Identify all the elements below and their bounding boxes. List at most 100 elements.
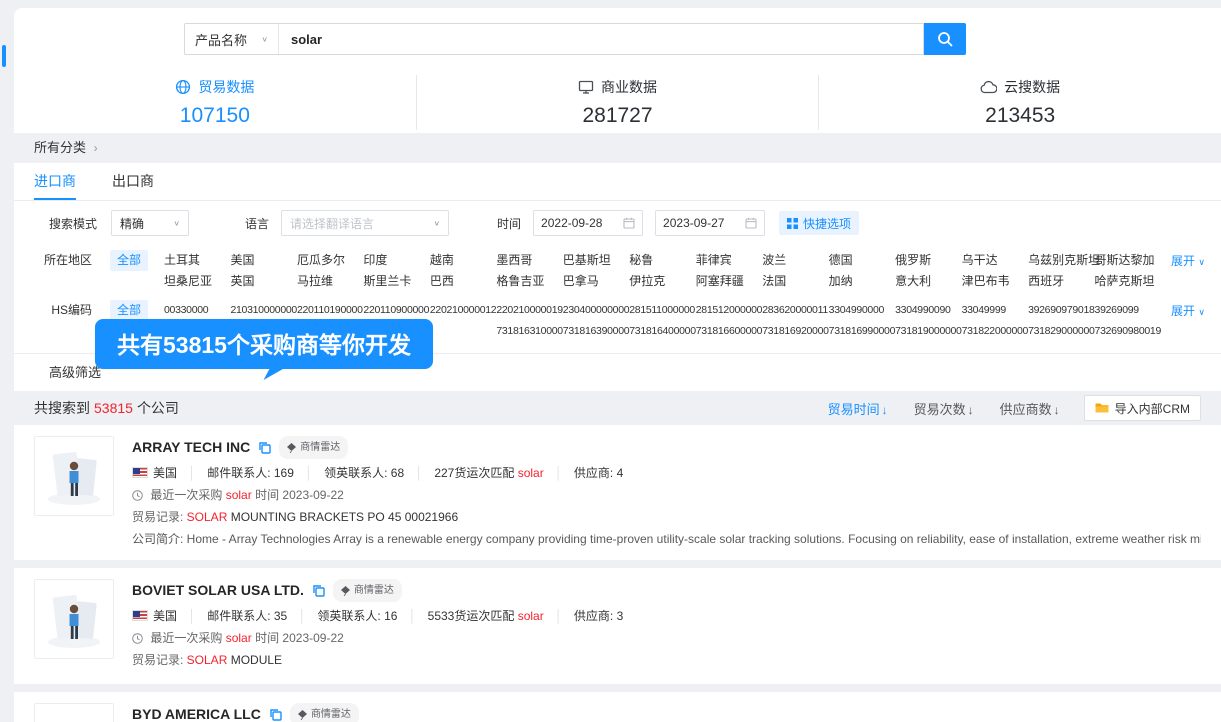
search-icon bbox=[937, 31, 954, 48]
company-card: BOVIET SOLAR USA LTD. 商情雷达 美国 bbox=[14, 568, 1221, 684]
region-option[interactable]: 印度 bbox=[363, 250, 429, 271]
region-expand-link[interactable]: 展开 ∨ bbox=[1171, 252, 1205, 269]
hs-code-option[interactable]: 3304990000 bbox=[829, 300, 895, 321]
hs-code-option[interactable]: 281511000000 bbox=[629, 300, 695, 321]
breadcrumb[interactable]: 所有分类 › bbox=[14, 133, 1221, 163]
hs-code-option[interactable]: 220210000012 bbox=[430, 300, 496, 321]
region-option[interactable]: 格鲁吉亚 bbox=[496, 271, 562, 292]
company-thumbnail[interactable] bbox=[34, 703, 114, 722]
radar-badge[interactable]: 商情雷达 bbox=[333, 579, 402, 602]
hs-code-option[interactable]: 392690979018 bbox=[1028, 300, 1094, 321]
tab-importers[interactable]: 进口商 bbox=[34, 163, 76, 200]
hs-code-option[interactable]: 731822000000 bbox=[962, 321, 1028, 342]
search-button[interactable] bbox=[924, 23, 966, 55]
advanced-filter-link[interactable]: 高级筛选 bbox=[14, 354, 101, 391]
region-option[interactable]: 马拉维 bbox=[297, 271, 363, 292]
hs-code-option[interactable]: 33049999 bbox=[962, 300, 1028, 321]
region-option[interactable]: 巴基斯坦 bbox=[563, 250, 629, 271]
hs-code-option[interactable]: 731816390000 bbox=[563, 321, 629, 342]
date-to-input[interactable]: 2023-09-27 bbox=[655, 210, 765, 236]
company-name[interactable]: BOVIET SOLAR USA LTD. bbox=[132, 581, 304, 600]
results-header: 共搜索到 53815 个公司 贸易时间↓ 贸易次数↓ 供应商数↓ 导入内部CRM bbox=[14, 391, 1221, 425]
hs-code-option[interactable]: 230400000000 bbox=[563, 300, 629, 321]
hs-code-option[interactable]: 210310000000 bbox=[230, 300, 296, 321]
hs-code-option[interactable]: 281512000000 bbox=[696, 300, 762, 321]
hs-code-option[interactable]: 731819000000 bbox=[895, 321, 961, 342]
region-option[interactable]: 法国 bbox=[762, 271, 828, 292]
copy-icon[interactable] bbox=[269, 708, 282, 721]
region-options-row2: 坦桑尼亚英国马拉维斯里兰卡巴西格鲁吉亚巴拿马伊拉克阿塞拜疆法国加纳意大利津巴布韦… bbox=[164, 271, 1161, 292]
company-thumbnail[interactable] bbox=[34, 436, 114, 516]
hs-code-option[interactable]: 283620000011 bbox=[762, 300, 828, 321]
radar-badge[interactable]: 商情雷达 bbox=[290, 703, 359, 722]
hs-code-option[interactable]: 220110900000 bbox=[363, 300, 429, 321]
region-option[interactable]: 波兰 bbox=[762, 250, 828, 271]
date-from-input[interactable]: 2022-09-28 bbox=[533, 210, 643, 236]
tab-cloud-search-data[interactable]: 云搜数据 213453 bbox=[818, 75, 1221, 130]
radar-badge[interactable]: 商情雷达 bbox=[279, 436, 348, 459]
copy-icon[interactable] bbox=[312, 584, 325, 597]
hs-code-option[interactable]: 731816310000 bbox=[496, 321, 562, 342]
hs-code-option[interactable]: 731829000000 bbox=[1028, 321, 1094, 342]
region-option[interactable]: 俄罗斯 bbox=[895, 250, 961, 271]
region-option[interactable]: 越南 bbox=[430, 250, 496, 271]
scroll-indicator[interactable] bbox=[2, 45, 6, 67]
hs-code-option[interactable]: 220210000019 bbox=[496, 300, 562, 321]
region-option[interactable]: 巴拿马 bbox=[563, 271, 629, 292]
trade-record-label: 贸易记录: bbox=[132, 510, 187, 524]
region-option[interactable]: 坦桑尼亚 bbox=[164, 271, 230, 292]
region-option[interactable]: 德国 bbox=[829, 250, 895, 271]
hs-all-option[interactable]: 全部 bbox=[110, 300, 148, 321]
hs-code-option[interactable]: 731816400000 bbox=[629, 321, 695, 342]
region-option[interactable]: 秘鲁 bbox=[629, 250, 695, 271]
region-option[interactable]: 阿塞拜疆 bbox=[696, 271, 762, 292]
hs-expand-link[interactable]: 展开 ∨ bbox=[1171, 302, 1205, 319]
sort-supplier-count[interactable]: 供应商数↓ bbox=[1000, 399, 1060, 418]
search-mode-value: 精确 bbox=[120, 215, 144, 232]
region-option[interactable]: 土耳其 bbox=[164, 250, 230, 271]
region-option[interactable]: 菲律宾 bbox=[696, 250, 762, 271]
hs-code-option[interactable]: 731816600000 bbox=[696, 321, 762, 342]
region-option[interactable]: 厄瓜多尔 bbox=[297, 250, 363, 271]
region-option[interactable]: 墨西哥 bbox=[496, 250, 562, 271]
hs-code-option[interactable]: 731816920000 bbox=[762, 321, 828, 342]
region-option[interactable]: 巴西 bbox=[430, 271, 496, 292]
company-name[interactable]: ARRAY TECH INC bbox=[132, 438, 250, 457]
region-option[interactable]: 津巴布韦 bbox=[962, 271, 1028, 292]
tab-exporters[interactable]: 出口商 bbox=[112, 163, 154, 200]
import-crm-button[interactable]: 导入内部CRM bbox=[1084, 395, 1201, 421]
sort-trade-time[interactable]: 贸易时间↓ bbox=[828, 399, 888, 418]
region-all-option[interactable]: 全部 bbox=[110, 250, 148, 271]
copy-icon[interactable] bbox=[258, 441, 271, 454]
region-option[interactable]: 美国 bbox=[230, 250, 296, 271]
search-category-dropdown[interactable]: 产品名称 ∨ bbox=[185, 24, 279, 54]
region-option[interactable]: 哥斯达黎加 bbox=[1095, 250, 1161, 271]
company-name[interactable]: BYD AMERICA LLC bbox=[132, 705, 261, 722]
tab-business-data[interactable]: 商业数据 281727 bbox=[416, 75, 819, 130]
hs-code-option[interactable]: 39269099 bbox=[1095, 300, 1161, 321]
purchase-keyword: solar bbox=[226, 488, 252, 502]
region-option[interactable]: 乌兹别克斯坦 bbox=[1028, 250, 1094, 271]
time-label: 时间 bbox=[497, 215, 521, 232]
region-option[interactable]: 加纳 bbox=[829, 271, 895, 292]
car-photo bbox=[35, 704, 113, 722]
hs-code-option[interactable]: 3304990090 bbox=[895, 300, 961, 321]
search-mode-select[interactable]: 精确 ∨ bbox=[111, 210, 189, 236]
search-input[interactable] bbox=[279, 24, 923, 54]
region-option[interactable]: 英国 bbox=[230, 271, 296, 292]
hs-code-option[interactable]: 220110190000 bbox=[297, 300, 363, 321]
region-option[interactable]: 哈萨克斯坦 bbox=[1095, 271, 1161, 292]
quick-options-button[interactable]: 快捷选项 bbox=[779, 211, 859, 235]
company-thumbnail[interactable] bbox=[34, 579, 114, 659]
tab-trade-data[interactable]: 贸易数据 107150 bbox=[14, 75, 416, 130]
region-option[interactable]: 意大利 bbox=[895, 271, 961, 292]
hs-code-option[interactable]: 731816990000 bbox=[829, 321, 895, 342]
language-select[interactable]: 请选择翻译语言 ∨ bbox=[281, 210, 449, 236]
hs-code-option[interactable]: 00330000 bbox=[164, 300, 230, 321]
region-option[interactable]: 伊拉克 bbox=[629, 271, 695, 292]
region-option[interactable]: 斯里兰卡 bbox=[363, 271, 429, 292]
sort-trade-count[interactable]: 贸易次数↓ bbox=[914, 399, 974, 418]
region-option[interactable]: 西班牙 bbox=[1028, 271, 1094, 292]
region-option[interactable]: 乌干达 bbox=[962, 250, 1028, 271]
hs-code-option[interactable]: 732690980019 bbox=[1095, 321, 1161, 342]
